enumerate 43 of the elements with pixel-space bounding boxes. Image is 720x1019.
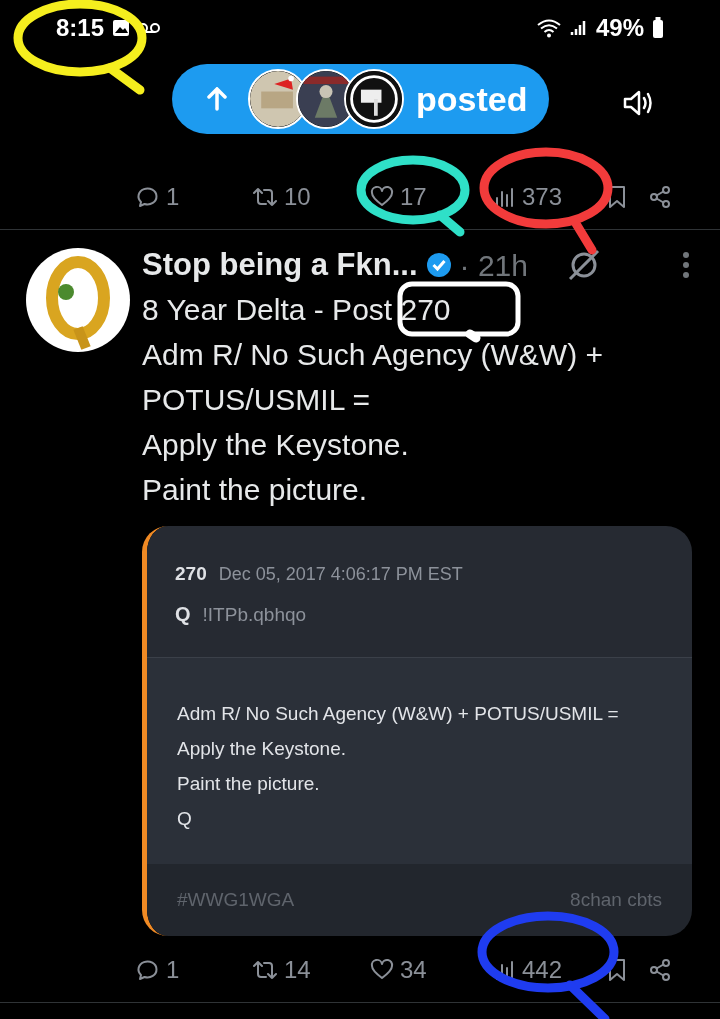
quote-text-line: Q	[177, 807, 193, 831]
reply-button[interactable]: 1	[136, 952, 180, 988]
author-name[interactable]: Stop being a Fkn...	[142, 241, 418, 289]
signal-icon	[569, 18, 588, 37]
reply-icon	[136, 185, 160, 209]
tripcode: !ITPb.qbhqo	[202, 602, 307, 627]
quote-text-line: Apply the Keystone.	[177, 737, 347, 761]
battery-icon	[652, 16, 664, 39]
repost-icon	[252, 958, 278, 982]
wifi-icon	[535, 17, 562, 38]
post-text-line: 8 Year Delta - Post 270	[142, 292, 452, 328]
repost-button[interactable]: 10	[252, 179, 311, 215]
post-number: 270	[175, 562, 207, 586]
bookmark-button[interactable]	[606, 958, 628, 982]
post-date: Dec 05, 2017 4:06:17 PM EST	[218, 563, 463, 586]
post-text-line: Adm R/ No Such Agency (W&W) + POTUS/USMIL =	[142, 337, 604, 418]
poster-name: Q	[175, 601, 191, 627]
heart-icon	[370, 185, 394, 209]
author-avatar[interactable]	[26, 248, 130, 352]
reply-icon	[136, 958, 160, 982]
heart-icon	[370, 958, 394, 982]
like-button[interactable]: 34	[370, 952, 427, 988]
quote-text-line: Adm R/ No Such Agency (W&W) + POTUS/USMIL =	[177, 702, 620, 726]
up-arrow-icon	[206, 87, 228, 111]
image-icon	[112, 18, 131, 37]
status-time: 8:15	[56, 12, 105, 43]
views-icon	[494, 186, 516, 208]
reply-button[interactable]: 1	[136, 179, 180, 215]
more-icon[interactable]	[682, 251, 690, 279]
post-text-line: Paint the picture.	[142, 472, 369, 508]
quoted-card[interactable]: 270 Dec 05, 2017 4:06:17 PM EST Q !ITPb.qbhqo Adm R/ No Such Agency (W&W) + POTUS/USMIL = Apply the Keystone. Paint the picture. Q #WWG1WGA 8chan cbts	[142, 526, 692, 936]
speaker-icon[interactable]	[622, 89, 654, 117]
repost-button[interactable]: 14	[252, 952, 311, 988]
share-button[interactable]	[648, 185, 672, 209]
source-label: 8chan cbts	[570, 887, 662, 912]
repost-icon	[252, 185, 278, 209]
bookmark-button[interactable]	[606, 185, 628, 209]
quote-text-line: Paint the picture.	[177, 772, 321, 796]
share-button[interactable]	[648, 958, 672, 982]
battery-percent: 49%	[595, 12, 644, 43]
post-time: · 21h	[459, 247, 528, 284]
post-text-line: Apply the Keystone.	[142, 427, 410, 463]
hashtag: #WWG1WGA	[177, 887, 295, 912]
